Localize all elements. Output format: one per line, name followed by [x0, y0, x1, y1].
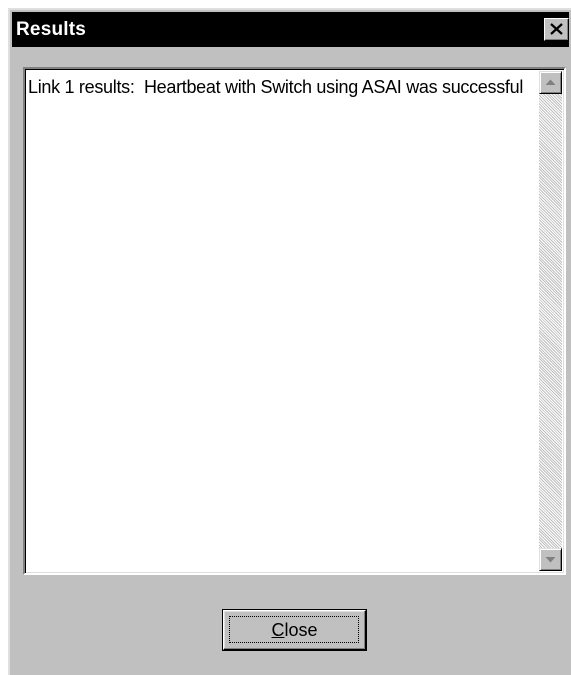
vertical-scrollbar[interactable]: [539, 71, 562, 571]
close-button-label: Close: [224, 620, 365, 640]
title-bar[interactable]: Results: [12, 12, 569, 47]
results-dialog: Results Link 1 results: Heartbeat with S…: [8, 8, 571, 675]
window-title: Results: [16, 19, 87, 40]
arrow-up-icon: [545, 79, 556, 85]
close-icon: [550, 23, 563, 35]
results-text: Link 1 results: Heartbeat with Switch us…: [28, 77, 524, 97]
arrow-down-icon: [545, 557, 556, 563]
scroll-down-button[interactable]: [539, 548, 562, 571]
close-button[interactable]: Close: [222, 609, 367, 651]
close-mnemonic: C: [271, 620, 285, 640]
scroll-up-button[interactable]: [539, 71, 562, 94]
close-label-rest: lose: [284, 620, 318, 640]
title-close-button[interactable]: [544, 18, 569, 41]
results-textarea[interactable]: Link 1 results: Heartbeat with Switch us…: [23, 67, 566, 575]
